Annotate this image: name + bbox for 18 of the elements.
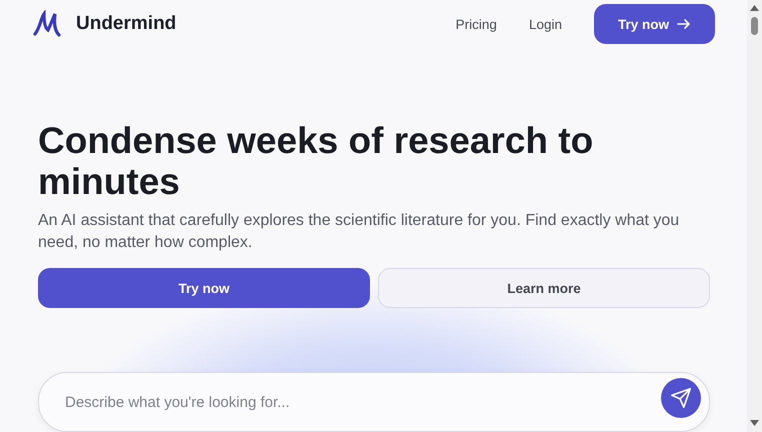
learn-more-button[interactable]: Learn more [378, 268, 710, 308]
search-input[interactable]: Describe what you're looking for... [63, 392, 661, 412]
arrow-right-icon [677, 17, 691, 31]
brand-name: Undermind [76, 13, 176, 35]
scroll-up-icon [750, 5, 759, 11]
scroll-down-icon [750, 420, 759, 426]
hero-title: Condense weeks of research to minutes [38, 120, 594, 202]
try-now-button[interactable]: Try now [38, 268, 370, 308]
send-button[interactable] [661, 378, 701, 418]
paper-plane-icon [670, 387, 692, 409]
nav-link[interactable]: Pricing [456, 16, 497, 32]
hero-subtitle: An AI assistant that carefully explores the scientific literature for you. Find exactly what you need, no matter how complex. [38, 211, 680, 253]
search-field[interactable]: Describe what you're looking for... [38, 372, 710, 432]
scrollbar[interactable] [747, 0, 762, 432]
logo-icon [32, 10, 62, 38]
nav-link[interactable]: Login [528, 16, 562, 32]
try-now-button[interactable]: Try now [594, 4, 715, 44]
scrollbar-thumb[interactable] [751, 17, 758, 35]
